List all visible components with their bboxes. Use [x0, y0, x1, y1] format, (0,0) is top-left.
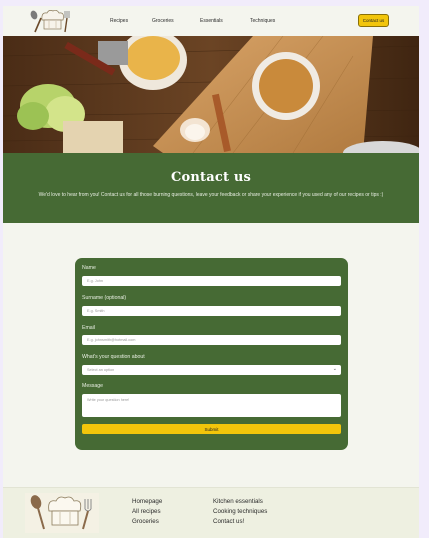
message-label: Message	[82, 383, 104, 389]
submit-button[interactable]: Submit	[82, 424, 341, 434]
nav-recipes[interactable]: Recipes	[110, 6, 128, 36]
name-label: Name	[82, 265, 96, 271]
question-select[interactable]: Select an option ⌄	[82, 365, 341, 375]
footer-links-col2: Kitchen essentials Cooking techniques Co…	[213, 497, 267, 527]
nav-techniques-label: Techniques	[250, 18, 276, 24]
contact-banner: Contact us We'd love to hear from you! C…	[3, 153, 419, 223]
hero-image	[3, 36, 419, 153]
chef-hat-logo-icon[interactable]	[27, 8, 73, 34]
nav-groceries-label: Groceries	[152, 18, 174, 24]
footer-link-groceries[interactable]: Groceries	[132, 517, 162, 527]
footer-link-contact-us[interactable]: Contact us!	[213, 517, 267, 527]
question-label: What's your question about	[82, 354, 145, 360]
nav-recipes-label: Recipes	[110, 18, 129, 24]
message-textarea[interactable]: Write your question here!	[82, 394, 341, 417]
page-title: Contact us	[170, 170, 252, 185]
name-field[interactable]: E.g. John	[82, 276, 341, 286]
footer-link-all-recipes[interactable]: All recipes	[132, 507, 162, 517]
nav-techniques[interactable]: Techniques	[250, 6, 275, 36]
page-frame: Recipes Groceries Essentials Techniques …	[3, 6, 419, 538]
nav-essentials[interactable]: Essentials	[200, 6, 223, 36]
footer-chef-hat-logo-icon[interactable]	[25, 493, 99, 533]
surname-label: Surname (optional)	[82, 295, 127, 301]
top-nav: Recipes Groceries Essentials Techniques …	[3, 6, 419, 36]
banner-description: We'd love to hear from you! Contact us f…	[38, 192, 384, 198]
footer-link-cooking-techniques[interactable]: Cooking techniques	[213, 507, 267, 517]
footer-links-col1: Homepage All recipes Groceries	[132, 497, 162, 527]
email-label: Email	[82, 325, 95, 331]
email-field[interactable]: E.g. johnsmith@hotmail.com	[82, 335, 341, 345]
kitchen-photo	[3, 36, 419, 153]
nav-essentials-label: Essentials	[200, 18, 223, 24]
footer: Homepage All recipes Groceries Kitchen e…	[3, 487, 419, 538]
footer-link-homepage[interactable]: Homepage	[132, 497, 162, 507]
nav-groceries[interactable]: Groceries	[152, 6, 174, 36]
question-select-value: Select an option	[87, 368, 115, 372]
chevron-down-icon: ⌄	[332, 366, 337, 372]
footer-link-kitchen-essentials[interactable]: Kitchen essentials	[213, 497, 267, 507]
surname-field[interactable]: E.g. Smith	[82, 306, 341, 316]
contact-form: Name E.g. John Surname (optional) E.g. S…	[75, 258, 348, 450]
contact-us-button[interactable]: Contact us	[358, 14, 389, 27]
